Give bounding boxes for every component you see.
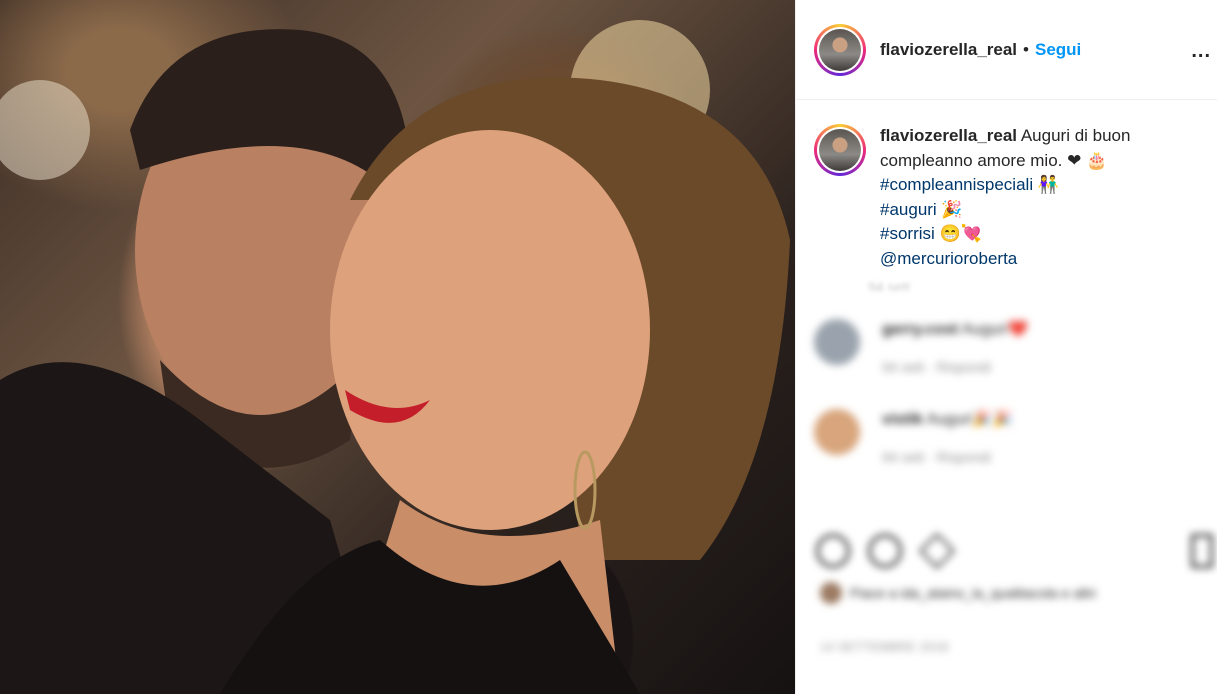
post-header: flaviozerella_real • Segui ...: [796, 0, 1217, 100]
more-icon[interactable]: ...: [1191, 40, 1211, 63]
hashtag-auguri[interactable]: #auguri 🎉: [880, 198, 1199, 223]
caption-time: 94 sett: [868, 279, 911, 291]
comments-list: gerry.cost Auguri❤️ 94 sett · Rispondi v…: [796, 319, 1217, 465]
comment-username[interactable]: gerry.cost: [882, 321, 958, 338]
avatar[interactable]: [814, 23, 866, 76]
comment-text: Auguri❤️: [961, 321, 1028, 338]
avatar-image: [819, 28, 861, 71]
post-photo[interactable]: [0, 0, 795, 694]
comment-avatar[interactable]: [814, 409, 860, 455]
likes-text: Piace a ida_alaino_la_qualitacola e altr…: [850, 585, 1096, 601]
comment-meta[interactable]: 94 sett · Rispondi: [882, 359, 1028, 375]
liker-avatar: [820, 582, 842, 604]
caption-avatar-image: [819, 129, 861, 171]
heart-icon[interactable]: [816, 534, 850, 568]
header-username[interactable]: flaviozerella_real: [880, 40, 1017, 60]
comment-item: gerry.cost Auguri❤️ 94 sett · Rispondi: [796, 319, 1217, 375]
hashtag-compleannispeciali[interactable]: #compleannispeciali 👫: [880, 173, 1199, 198]
separator-dot: •: [1023, 39, 1029, 59]
comment-text: Auguri🎉🎉: [926, 411, 1013, 428]
caption-avatar[interactable]: [814, 124, 866, 176]
mention-mercurioroberta[interactable]: @mercurioroberta: [880, 247, 1199, 272]
comment-avatar[interactable]: [814, 319, 860, 365]
photo-illustration: [0, 20, 790, 694]
comment-meta[interactable]: 94 sett · Rispondi: [882, 449, 1013, 465]
follow-button[interactable]: Segui: [1035, 40, 1081, 60]
comment-item: vistik Auguri🎉🎉 94 sett · Rispondi: [796, 409, 1217, 465]
comment-username[interactable]: vistik: [882, 411, 923, 428]
caption-text: flaviozerella_real Auguri di buon comple…: [880, 124, 1199, 271]
post-sidebar: flaviozerella_real • Segui ... flaviozer…: [795, 0, 1217, 694]
action-bar: [816, 532, 1217, 570]
likes-row[interactable]: Piace a ida_alaino_la_qualitacola e altr…: [820, 582, 1096, 604]
share-icon[interactable]: [918, 532, 956, 570]
hashtag-sorrisi[interactable]: #sorrisi 😁💘: [880, 222, 1199, 247]
caption: flaviozerella_real Auguri di buon comple…: [796, 100, 1217, 271]
comment-icon[interactable]: [868, 534, 902, 568]
caption-username[interactable]: flaviozerella_real: [880, 126, 1017, 145]
bookmark-icon[interactable]: [1191, 534, 1213, 568]
post-date: 14 SETTEMBRE 2018: [820, 640, 949, 654]
